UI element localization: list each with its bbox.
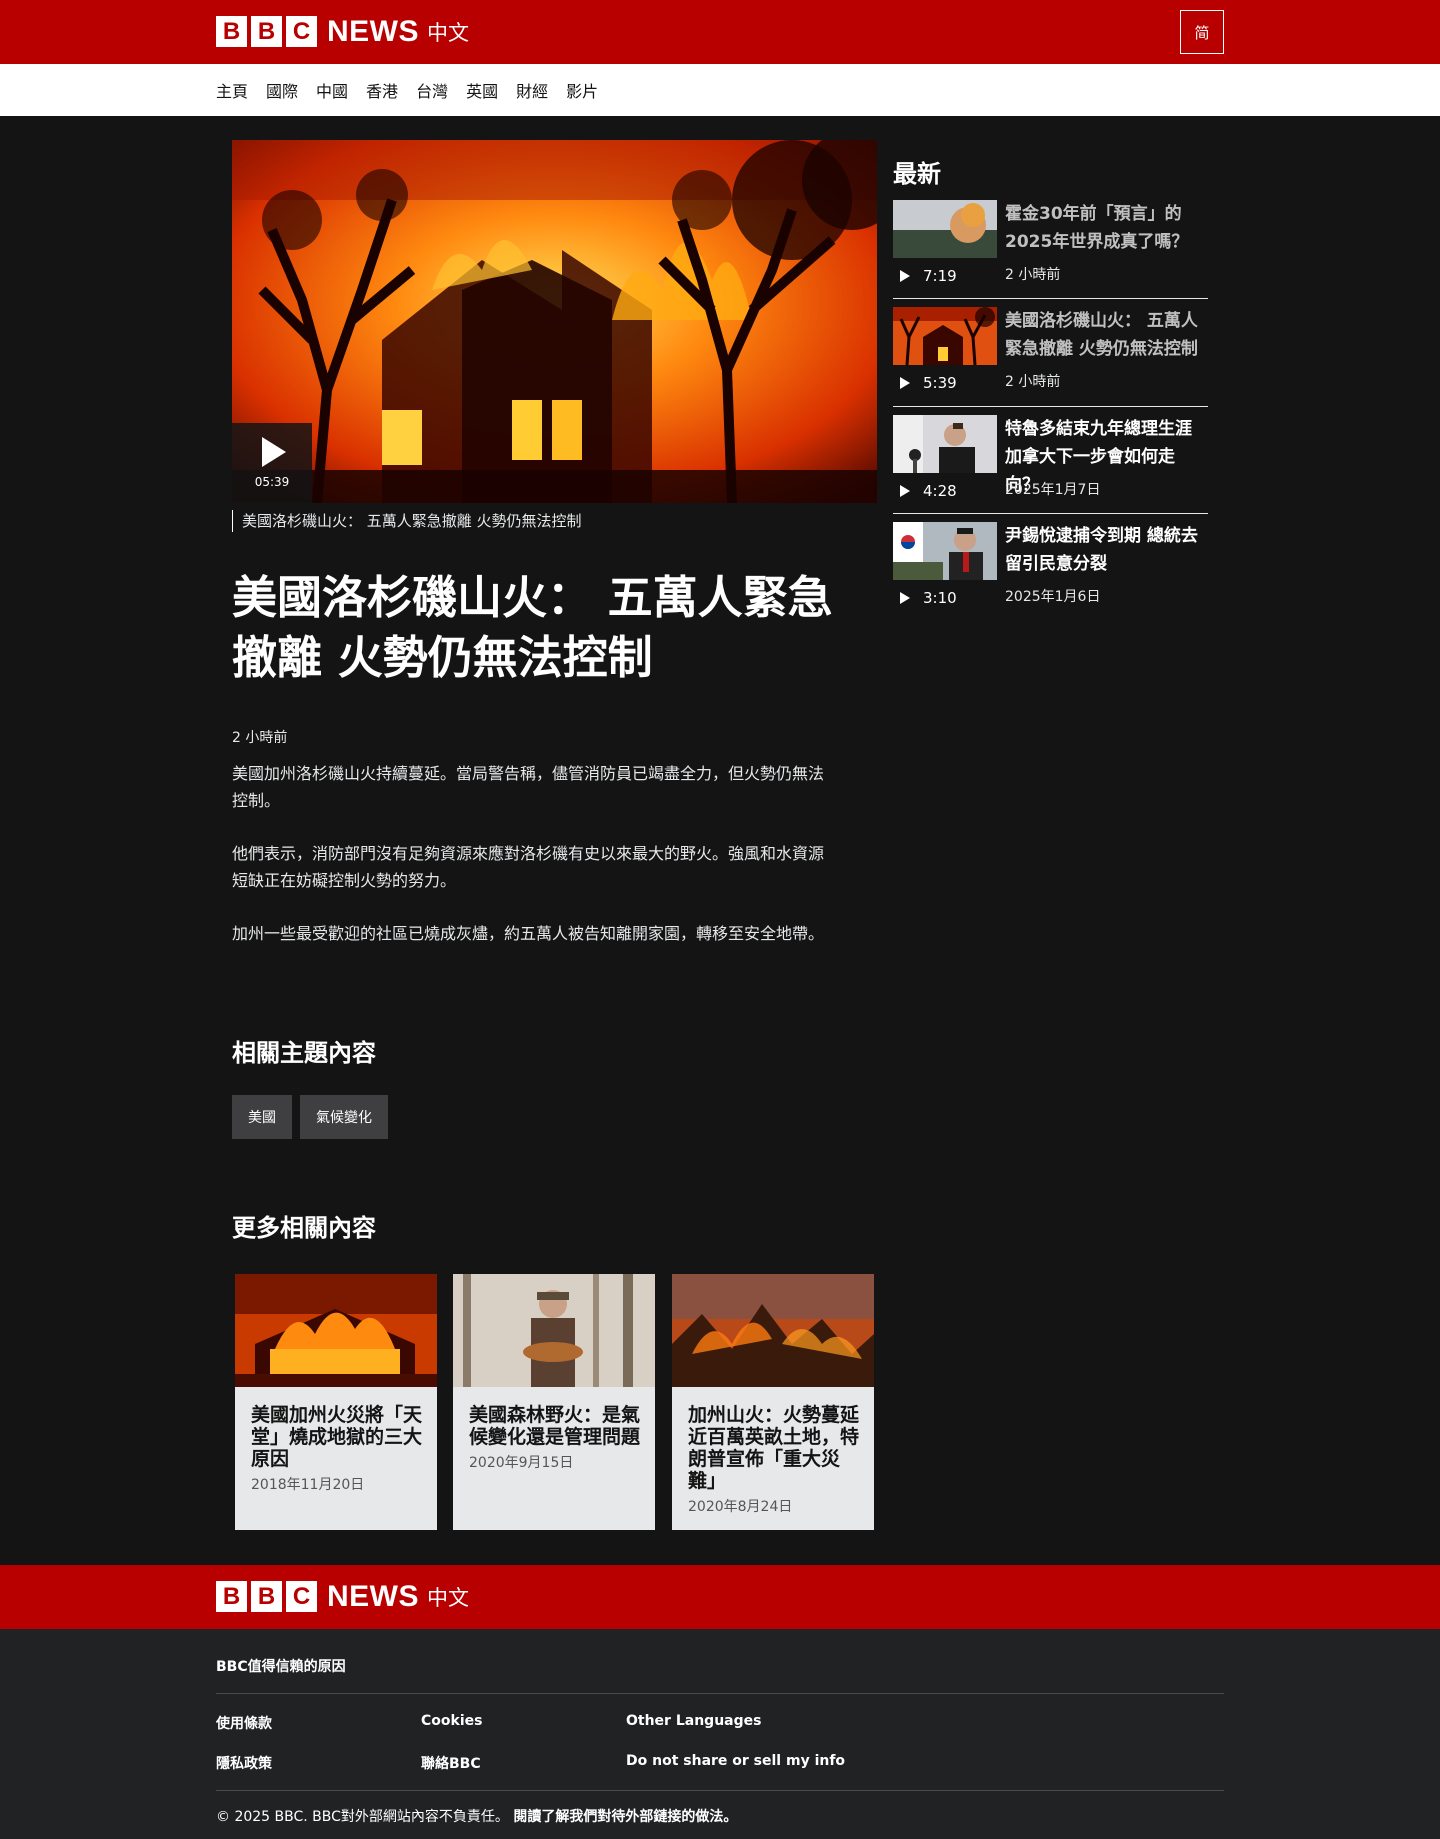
nav-item-uk[interactable]: 英國 bbox=[466, 78, 498, 102]
simplified-chinese-toggle-button[interactable]: 简 bbox=[1180, 10, 1224, 54]
item-thumbnail bbox=[893, 522, 997, 580]
card-title: 加州山火：火勢蔓延近百萬英畝土地，特朗普宣佈「重大災難」 bbox=[688, 1404, 860, 1492]
latest-heading: 最新 bbox=[893, 160, 941, 188]
article-paragraph: 美國加州洛杉磯山火持續蔓延。當局警告稱，儘管消防員已竭盡全力，但火勢仍無法控制。 bbox=[232, 764, 825, 810]
video-duration: 05:39 bbox=[254, 475, 290, 489]
item-duration: 7:19 bbox=[923, 267, 957, 285]
play-icon bbox=[900, 485, 910, 497]
footer-link-terms[interactable]: 使用條款 bbox=[216, 1713, 272, 1733]
article-paragraph: 他們表示，消防部門沒有足夠資源來應對洛杉磯有史以來最大的野火。強風和水資源短缺正… bbox=[232, 844, 825, 890]
copyright-text: © 2025 BBC. BBC對外部網站內容不負責任。 bbox=[216, 1809, 509, 1825]
card-date: 2018年11月20日 bbox=[251, 1477, 365, 1493]
footer-link-contact[interactable]: 聯絡BBC bbox=[421, 1753, 481, 1773]
related-topics-heading: 相關主題內容 bbox=[232, 1039, 376, 1067]
logo-language-text: 中文 bbox=[427, 20, 469, 45]
item-time: 2 小時前 bbox=[1005, 374, 1061, 390]
footer-link-other-languages[interactable]: Other Languages bbox=[626, 1713, 761, 1729]
navigation-bar: 主頁 國際 中國 香港 台灣 英國 財經 影片 bbox=[0, 64, 1440, 116]
item-time: 2 小時前 bbox=[1005, 267, 1061, 283]
footer-link-do-not-sell[interactable]: Do not share or sell my info bbox=[626, 1753, 845, 1769]
footer-bbc-news-logo[interactable]: B B C NEWS 中文 bbox=[216, 1579, 469, 1613]
item-title: 美國洛杉磯山火： 五萬人緊急撤離 火勢仍無法控制 bbox=[1005, 311, 1198, 359]
play-icon bbox=[900, 592, 910, 604]
nav-item-international[interactable]: 國際 bbox=[266, 78, 298, 102]
logo-letter: B bbox=[251, 1581, 282, 1612]
wildfire-house-image bbox=[232, 140, 877, 503]
footer-trust-link[interactable]: BBC值得信賴的原因 bbox=[216, 1656, 346, 1676]
article-headline: 美國洛杉磯山火： 五萬人緊急撤離 火勢仍無法控制 bbox=[232, 571, 833, 684]
play-icon bbox=[262, 437, 286, 467]
item-thumbnail bbox=[893, 200, 997, 258]
card-title: 美國森林野火：是氣候變化還是管理問題 bbox=[469, 1404, 641, 1448]
nav-item-china[interactable]: 中國 bbox=[316, 78, 348, 102]
related-card[interactable]: 美國森林野火：是氣候變化還是管理問題 2020年9月15日 bbox=[453, 1274, 655, 1530]
logo-news-text: NEWS bbox=[327, 14, 419, 48]
related-card[interactable]: 加州山火：火勢蔓延近百萬英畝土地，特朗普宣佈「重大災難」 2020年8月24日 bbox=[672, 1274, 874, 1530]
footer-brand-bar: B B C NEWS 中文 bbox=[0, 1565, 1440, 1629]
item-time: 2025年1月7日 bbox=[1005, 482, 1101, 498]
play-button[interactable]: 05:39 bbox=[232, 423, 312, 503]
play-icon bbox=[900, 377, 910, 389]
footer-link-cookies[interactable]: Cookies bbox=[421, 1713, 482, 1729]
latest-item[interactable]: 4:28 特魯多結束九年總理生涯 加拿大下一步會如何走向？ 2025年1月7日 bbox=[893, 415, 1208, 515]
article-timestamp: 2 小時前 bbox=[232, 730, 288, 746]
item-title: 尹錫悅逮捕令到期 總統去留引民意分裂 bbox=[1005, 526, 1198, 574]
hero-video-player[interactable] bbox=[232, 140, 877, 503]
related-card[interactable]: 美國加州火災將「天堂」燒成地獄的三大原因 2018年11月20日 bbox=[235, 1274, 437, 1530]
card-image bbox=[235, 1274, 437, 1387]
play-icon bbox=[900, 270, 910, 282]
latest-item[interactable]: 7:19 霍金30年前「預言」的2025年世界成真了嗎？ 2 小時前 bbox=[893, 200, 1208, 300]
card-title: 美國加州火災將「天堂」燒成地獄的三大原因 bbox=[251, 1404, 423, 1470]
logo-language-text: 中文 bbox=[427, 1585, 469, 1610]
divider bbox=[893, 513, 1208, 514]
latest-item[interactable]: 5:39 美國洛杉磯山火： 五萬人緊急撤離 火勢仍無法控制 2 小時前 bbox=[893, 307, 1208, 407]
logo-news-text: NEWS bbox=[327, 1579, 419, 1613]
nav-item-business[interactable]: 財經 bbox=[516, 78, 548, 102]
item-thumbnail bbox=[893, 415, 997, 473]
topic-tag-climate-change[interactable]: 氣候變化 bbox=[300, 1095, 388, 1139]
divider bbox=[893, 406, 1208, 407]
item-thumbnail bbox=[893, 307, 997, 365]
item-duration: 4:28 bbox=[923, 482, 957, 500]
bbc-news-logo[interactable]: B B C NEWS 中文 bbox=[216, 14, 469, 48]
nav-item-home[interactable]: 主頁 bbox=[216, 78, 248, 102]
footer-divider bbox=[216, 1693, 1224, 1694]
item-time: 2025年1月6日 bbox=[1005, 589, 1101, 605]
card-image bbox=[672, 1274, 874, 1387]
more-related-heading: 更多相關內容 bbox=[232, 1214, 376, 1242]
external-links-policy-link[interactable]: 閱讀了解我們對待外部鏈接的做法。 bbox=[513, 1809, 737, 1825]
nav-item-video[interactable]: 影片 bbox=[566, 78, 598, 102]
copyright-line: © 2025 BBC. BBC對外部網站內容不負責任。 閱讀了解我們對待外部鏈接… bbox=[216, 1806, 737, 1826]
article-paragraph: 加州一些最受歡迎的社區已燒成灰燼，約五萬人被告知離開家園，轉移至安全地帶。 bbox=[232, 924, 825, 943]
logo-letter: C bbox=[286, 16, 317, 47]
latest-item[interactable]: 3:10 尹錫悅逮捕令到期 總統去留引民意分裂 2025年1月6日 bbox=[893, 522, 1208, 622]
card-date: 2020年8月24日 bbox=[688, 1499, 793, 1515]
top-bar: B B C NEWS 中文 简 bbox=[0, 0, 1440, 64]
item-duration: 5:39 bbox=[923, 374, 957, 392]
card-image bbox=[453, 1274, 655, 1387]
divider bbox=[893, 298, 1208, 299]
nav-item-taiwan[interactable]: 台灣 bbox=[416, 78, 448, 102]
nav-item-hongkong[interactable]: 香港 bbox=[366, 78, 398, 102]
footer-link-privacy[interactable]: 隱私政策 bbox=[216, 1753, 272, 1773]
logo-letter: B bbox=[251, 16, 282, 47]
card-date: 2020年9月15日 bbox=[469, 1455, 574, 1471]
logo-letter: C bbox=[286, 1581, 317, 1612]
logo-letter: B bbox=[216, 16, 247, 47]
logo-letter: B bbox=[216, 1581, 247, 1612]
footer-divider bbox=[216, 1790, 1224, 1791]
video-caption: 美國洛杉磯山火： 五萬人緊急撤離 火勢仍無法控制 bbox=[232, 510, 582, 532]
topic-tag-usa[interactable]: 美國 bbox=[232, 1095, 292, 1139]
item-title: 霍金30年前「預言」的2025年世界成真了嗎？ bbox=[1005, 204, 1189, 252]
item-duration: 3:10 bbox=[923, 589, 957, 607]
